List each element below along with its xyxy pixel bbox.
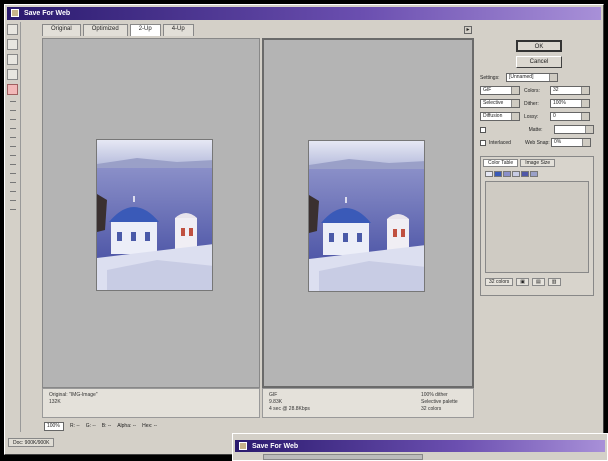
color-swatch[interactable]: [512, 171, 520, 177]
zoom-bar: 100% R: -- G: -- B: -- Alpha: -- Hex: --: [42, 420, 474, 432]
original-filename: Original: "IMG-Image": [49, 392, 98, 398]
tab-optimized[interactable]: Optimized: [82, 24, 128, 36]
optimized-dither: 100% dither: [421, 392, 448, 398]
optimize-settings: Settings: [Unnamed] GIF Colors: 32 Selec…: [480, 72, 594, 150]
red-readout: R: --: [70, 423, 80, 429]
lossy-label: Lossy:: [524, 113, 539, 120]
ruler-tick: [9, 164, 16, 167]
interlaced-checkbox[interactable]: [480, 139, 486, 146]
tab-original[interactable]: Original: [42, 24, 81, 36]
matte-select[interactable]: [554, 125, 594, 134]
preset-select[interactable]: [Unnamed]: [506, 73, 558, 82]
color-table-panel: Color Table Image Size 32 colors ▣ ▤ ▥: [480, 156, 594, 296]
tab-color-table[interactable]: Color Table: [483, 159, 519, 167]
original-info-panel: Original: "IMG-Image" 132K: [42, 388, 260, 418]
second-window-titlebar[interactable]: Save For Web: [235, 440, 605, 452]
color-swatch[interactable]: [494, 171, 502, 177]
ok-button[interactable]: OK: [516, 40, 562, 52]
tab-4-up[interactable]: 4-Up: [162, 24, 194, 36]
colors-select[interactable]: 32: [550, 86, 590, 95]
tab-image-size[interactable]: Image Size: [520, 159, 556, 167]
panel-menu-arrow-icon[interactable]: ▸: [464, 26, 472, 34]
ruler-tick: [9, 155, 16, 158]
original-filesize: 132K: [49, 399, 61, 405]
window-title: Save For Web: [23, 9, 71, 17]
window-titlebar[interactable]: Save For Web: [7, 7, 601, 20]
ruler-tick: [9, 146, 16, 149]
hand-tool-icon[interactable]: [7, 24, 18, 35]
matte-label: Matte:: [528, 126, 543, 133]
zoom-tool-icon[interactable]: [7, 54, 18, 65]
original-photo: [96, 139, 213, 291]
app-icon: [11, 9, 19, 17]
ruler-tick: [9, 209, 16, 212]
colors-count: 32 colors: [485, 278, 514, 286]
ruler-tick: [9, 128, 16, 131]
palette-select[interactable]: Selective: [480, 99, 520, 108]
trash-icon[interactable]: ▥: [547, 278, 561, 286]
interlaced-label: Interlaced: [489, 139, 511, 146]
santorini-photo-graphic: [97, 140, 212, 290]
color-table-area[interactable]: [485, 181, 589, 273]
tab-2-up[interactable]: 2-Up: [129, 24, 161, 36]
ruler-tick: [9, 173, 16, 176]
doc-size-status: Doc: 900K/900K: [8, 437, 55, 447]
zoom-level-field[interactable]: 100%: [44, 421, 64, 431]
preset-label: Settings:: [480, 74, 500, 81]
optimized-photo: [308, 140, 425, 292]
color-swatch[interactable]: [503, 171, 511, 177]
color-swatches: [481, 169, 593, 179]
color-swatch[interactable]: [485, 171, 493, 177]
colors-label: Colors:: [524, 87, 540, 94]
eyedropper-tool-icon[interactable]: [7, 69, 18, 80]
optimized-colors: 32 colors: [421, 406, 442, 412]
color-table-footer: 32 colors ▣ ▤ ▥: [485, 277, 589, 287]
status-bar: Doc: 900K/900K: [4, 436, 234, 448]
cancel-button[interactable]: Cancel: [516, 56, 562, 68]
websnap-label: Web Snap:: [525, 139, 550, 146]
optimized-info-panel: GIF 9.83K 4 sec @ 28.8Kbps 100% dither S…: [262, 388, 474, 418]
second-window-title: Save For Web: [251, 442, 299, 450]
app-icon: [239, 442, 247, 450]
format-select[interactable]: GIF: [480, 86, 520, 95]
alpha-readout: Alpha: --: [117, 423, 137, 429]
optimized-details: 100% dither Selective palette 32 colors: [421, 392, 458, 413]
santorini-photo-graphic: [309, 141, 424, 291]
second-window-tabstrip: [263, 454, 423, 460]
ruler-tick: [9, 101, 16, 104]
optimized-preview-pane[interactable]: [262, 38, 474, 388]
original-preview-pane[interactable]: [42, 38, 260, 388]
view-tabs: Original Optimized 2-Up 4-Up: [42, 24, 194, 36]
second-save-for-web-window[interactable]: Save For Web: [232, 433, 608, 461]
optimized-palette: Selective palette: [421, 399, 458, 405]
transparency-checkbox[interactable]: [480, 126, 486, 133]
ruler-tick: [9, 191, 16, 194]
blue-readout: B: --: [101, 423, 112, 429]
ruler-tick: [9, 137, 16, 140]
lossy-field[interactable]: 0: [550, 112, 590, 121]
dither-amount-field[interactable]: 100%: [550, 99, 590, 108]
hex-readout: Hex: --: [142, 423, 158, 429]
ruler-tick: [9, 200, 16, 203]
dither-algorithm-select[interactable]: Diffusion: [480, 112, 520, 121]
settings-panel: OK Cancel Settings: [Unnamed] GIF Colors…: [478, 36, 596, 436]
new-color-icon[interactable]: ▤: [532, 278, 545, 286]
ruler-tick: [9, 110, 16, 113]
ruler-tick: [9, 119, 16, 122]
websnap-field[interactable]: 0%: [551, 138, 591, 147]
green-readout: G: --: [85, 423, 96, 429]
tool-strip: [5, 22, 21, 432]
slice-select-tool-icon[interactable]: [7, 39, 18, 50]
color-swatch[interactable]: [530, 171, 538, 177]
ruler-tick: [9, 182, 16, 185]
color-swatch[interactable]: [521, 171, 529, 177]
lock-icon[interactable]: ▣: [516, 278, 530, 286]
dither-label: Dither:: [524, 100, 539, 107]
eyedropper-color-swatch[interactable]: [7, 84, 18, 95]
